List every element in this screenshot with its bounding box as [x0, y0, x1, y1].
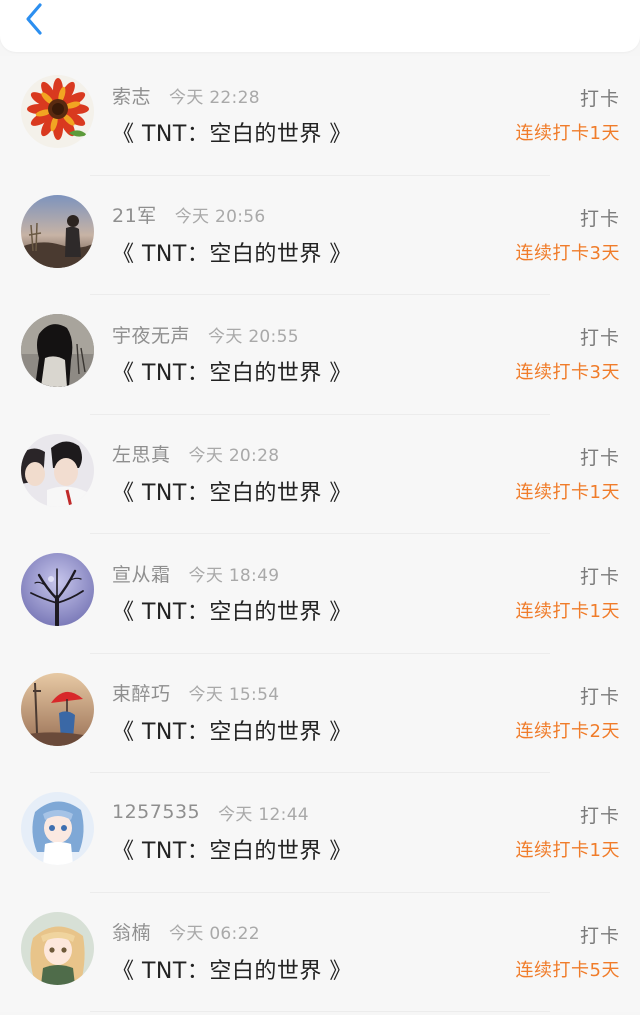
book-title[interactable]: 《 TNT：空白的世界 》 [112, 116, 352, 148]
list-item[interactable]: 21军 今天 20:56 《 TNT：空白的世界 》 打卡 连续打卡3天 [0, 175, 640, 295]
streak-badge: 连续打卡1天 [515, 481, 620, 503]
item-meta: 索志 今天 22:28 [112, 82, 260, 108]
checkin-label: 打卡 [579, 805, 620, 827]
streak-badge: 连续打卡1天 [515, 123, 620, 144]
item-meta: 左思真 今天 20:28 [112, 441, 279, 467]
item-meta: 宇夜无声 今天 20:55 [112, 321, 299, 347]
checkin-time: 今天 15:54 [188, 685, 280, 705]
user-name[interactable]: 1257535 [112, 801, 200, 823]
checkin-time: 今天 20:28 [188, 446, 280, 466]
red-umbrella-avatar[interactable] [21, 672, 94, 746]
item-meta: 宣从霜 今天 18:49 [112, 560, 279, 586]
list-item[interactable]: 翁楠 今天 06:22 《 TNT：空白的世界 》 打卡 连续打卡5天 [0, 892, 640, 1012]
checkin-label: 打卡 [579, 924, 620, 947]
list-item[interactable]: 索志 今天 22:28 《 TNT：空白的世界 》 打卡 连续打卡1天 [0, 56, 640, 176]
list-item[interactable]: 宣从霜 今天 18:49 《 TNT：空白的世界 》 打卡 连续打卡1天 [0, 534, 640, 654]
list-item[interactable]: 左思真 今天 20:28 《 TNT：空白的世界 》 打卡 连续打卡1天 [0, 414, 640, 534]
user-name[interactable]: 21军 [112, 201, 157, 228]
user-name[interactable]: 翁楠 [112, 918, 151, 945]
checkin-label: 打卡 [579, 88, 620, 110]
anime-girl-avatar[interactable] [21, 911, 94, 985]
streak-badge: 连续打卡1天 [515, 840, 620, 861]
checkin-time: 今天 20:56 [174, 207, 266, 227]
book-title[interactable]: 《 TNT：空白的世界 》 [112, 236, 352, 268]
sunflower-avatar[interactable] [21, 75, 94, 148]
user-name[interactable]: 索志 [112, 82, 151, 109]
anime-blue-avatar[interactable] [21, 792, 94, 865]
checkin-time: 今天 18:49 [188, 565, 280, 586]
book-title[interactable]: 《 TNT：空白的世界 》 [112, 355, 352, 387]
checkin-list-screen: 索志 今天 22:28 《 TNT：空白的世界 》 打卡 连续打卡1天 21军 … [0, 0, 640, 1015]
checkin-label: 打卡 [579, 566, 620, 588]
streak-badge: 连续打卡2天 [515, 720, 620, 742]
item-meta: 21军 今天 20:56 [112, 202, 265, 228]
checkin-time: 今天 22:28 [169, 87, 260, 108]
user-name[interactable]: 宣从霜 [112, 560, 171, 587]
checkin-time: 今天 06:22 [169, 924, 260, 944]
book-title[interactable]: 《 TNT：空白的世界 》 [112, 833, 352, 865]
book-title[interactable]: 《 TNT：空白的世界 》 [112, 714, 352, 746]
chevron-left-icon [26, 3, 42, 35]
item-meta: 翁楠 今天 06:22 [112, 919, 260, 945]
item-meta: 1257535 今天 12:44 [112, 799, 309, 825]
streak-badge: 连续打卡3天 [515, 242, 620, 264]
streak-badge: 连续打卡5天 [515, 959, 620, 981]
list-item[interactable]: 宇夜无声 今天 20:55 《 TNT：空白的世界 》 打卡 连续打卡3天 [0, 295, 640, 415]
streak-badge: 连续打卡3天 [515, 362, 620, 383]
user-name[interactable]: 束醉巧 [112, 679, 171, 706]
bare-tree-avatar[interactable] [21, 553, 94, 626]
checkin-time: 今天 12:44 [218, 804, 309, 825]
checkin-label: 打卡 [579, 327, 620, 349]
checkin-list: 索志 今天 22:28 《 TNT：空白的世界 》 打卡 连续打卡1天 21军 … [0, 56, 640, 1012]
item-meta: 束醉巧 今天 15:54 [112, 680, 279, 706]
checkin-label: 打卡 [579, 207, 620, 230]
book-title[interactable]: 《 TNT：空白的世界 》 [112, 953, 352, 985]
divider [90, 1011, 550, 1012]
user-name[interactable]: 左思真 [112, 440, 171, 467]
checkin-time: 今天 20:55 [208, 326, 299, 347]
top-bar [0, 0, 640, 52]
back-button[interactable] [18, 2, 52, 36]
list-item[interactable]: 束醉巧 今天 15:54 《 TNT：空白的世界 》 打卡 连续打卡2天 [0, 653, 640, 773]
streak-badge: 连续打卡1天 [515, 601, 620, 622]
book-title[interactable]: 《 TNT：空白的世界 》 [112, 594, 352, 626]
sunset-figure-avatar[interactable] [21, 194, 94, 268]
dark-hair-avatar[interactable] [21, 314, 94, 387]
user-name[interactable]: 宇夜无声 [112, 321, 190, 348]
list-item[interactable]: 1257535 今天 12:44 《 TNT：空白的世界 》 打卡 连续打卡1天 [0, 773, 640, 893]
couple-avatar[interactable] [21, 433, 94, 507]
book-title[interactable]: 《 TNT：空白的世界 》 [112, 475, 352, 507]
checkin-label: 打卡 [579, 446, 620, 469]
checkin-label: 打卡 [579, 685, 620, 708]
